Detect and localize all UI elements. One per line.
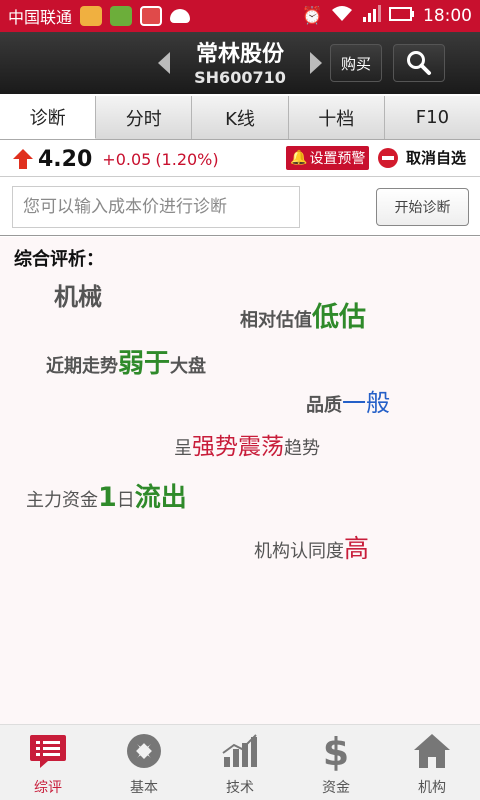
quote-row: 4.20 +0.05 (1.20%) 🔔 设置预警 取消自选 <box>0 142 480 176</box>
nav-institution[interactable]: 机构 <box>384 725 480 800</box>
alarm-icon: ⏰ <box>301 6 323 26</box>
nav-overview-label: 综评 <box>34 780 62 796</box>
remove-watchlist-label: 取消自选 <box>406 149 467 167</box>
institution-value: 高 <box>344 534 370 563</box>
tab-order-book[interactable]: 十档 <box>289 96 385 139</box>
remove-watchlist-button[interactable]: 取消自选 <box>378 147 466 168</box>
bell-icon: 🔔 <box>290 150 308 166</box>
coin-icon <box>127 734 161 768</box>
institution-prefix: 机构认同度 <box>254 541 344 562</box>
set-alert-button[interactable]: 🔔 设置预警 <box>286 146 370 170</box>
trend-value: 弱于 <box>118 349 171 379</box>
battery-icon <box>389 6 415 27</box>
stock-header: 常林股份 SH600710 购买 <box>0 32 480 94</box>
status-bar: 中国联通 ⏰ 18:00 <box>0 0 480 32</box>
pattern-suffix: 趋势 <box>284 438 320 459</box>
stock-name: 常林股份 <box>195 42 284 67</box>
android-icon <box>170 9 191 23</box>
nav-institution-label: 机构 <box>418 780 446 796</box>
nav-technical-label: 技术 <box>226 780 254 796</box>
sector-tag: 机械 <box>54 283 102 311</box>
quality-phrase: 品质一般 <box>306 383 390 418</box>
notification-icons <box>80 6 191 26</box>
analysis-panel: 综合评析： 机械 相对估值低估 近期走势弱于大盘 品质一般 呈强势震荡趋势 主力… <box>0 237 480 724</box>
current-price: 4.20 <box>38 146 93 172</box>
pattern-prefix: 呈 <box>174 438 192 459</box>
previous-stock-arrow-icon[interactable] <box>158 52 170 74</box>
quality-prefix: 品质 <box>306 395 342 416</box>
institution-phrase: 机构认同度高 <box>254 529 369 565</box>
tab-bar: 诊断 分时 K线 十档 F10 <box>0 96 480 140</box>
search-icon <box>407 51 431 75</box>
notification-app-icon <box>110 6 133 26</box>
clock-time: 18:00 <box>423 6 472 26</box>
pattern-value: 强势震荡 <box>192 434 284 460</box>
start-diagnosis-button[interactable]: 开始诊断 <box>376 188 469 226</box>
diagnosis-input-row: 开始诊断 <box>0 176 480 236</box>
tab-f10[interactable]: F10 <box>385 96 480 139</box>
capital-prefix: 主力资金 <box>26 490 98 511</box>
trend-prefix: 近期走势 <box>46 356 118 377</box>
analysis-heading: 综合评析： <box>14 249 104 270</box>
carrier-name: 中国联通 <box>8 8 73 27</box>
tab-kline[interactable]: K线 <box>192 96 289 139</box>
capital-flow-phrase: 主力资金1日流出 <box>26 477 187 514</box>
nav-capital[interactable]: $ 资金 <box>288 725 384 800</box>
quality-value: 一般 <box>342 389 390 417</box>
pattern-phrase: 呈强势震荡趋势 <box>174 427 320 461</box>
price-change-percent: (1.20%) <box>155 149 219 169</box>
capital-days: 1 <box>98 482 117 513</box>
search-button[interactable] <box>393 44 445 82</box>
minus-circle-icon <box>378 147 398 168</box>
set-alert-label: 设置预警 <box>309 151 366 167</box>
wifi-icon <box>331 5 353 28</box>
bottom-nav: 综评 基本 技术 $ 资金 机构 <box>0 724 480 800</box>
trend-suffix: 大盘 <box>170 356 207 377</box>
nav-fundamentals-label: 基本 <box>130 780 158 796</box>
nav-technical[interactable]: 技术 <box>192 725 288 800</box>
next-stock-arrow-icon[interactable] <box>310 52 322 74</box>
valuation-value: 低估 <box>312 302 366 333</box>
stock-code: SH600710 <box>194 68 286 87</box>
notification-app-icon <box>140 6 163 26</box>
svg-text:$: $ <box>323 731 349 771</box>
signal-icon <box>361 4 381 28</box>
home-icon <box>414 734 450 768</box>
price-change: +0.05 <box>102 149 152 169</box>
capital-value: 流出 <box>134 483 187 513</box>
list-chat-icon <box>30 735 66 768</box>
bar-chart-icon <box>222 734 257 767</box>
notification-app-icon <box>80 6 103 26</box>
valuation-phrase: 相对估值低估 <box>240 295 366 334</box>
buy-button[interactable]: 购买 <box>330 44 382 82</box>
nav-overview[interactable]: 综评 <box>0 725 96 800</box>
nav-capital-label: 资金 <box>322 780 350 796</box>
capital-day-unit: 日 <box>116 490 135 511</box>
tab-intraday[interactable]: 分时 <box>96 96 193 139</box>
trend-phrase: 近期走势弱于大盘 <box>46 343 206 380</box>
valuation-prefix: 相对估值 <box>240 310 312 331</box>
tab-diagnosis[interactable]: 诊断 <box>0 96 97 139</box>
cost-price-input[interactable] <box>12 186 300 228</box>
price-up-arrow-icon <box>13 149 33 169</box>
dollar-icon: $ <box>323 731 349 771</box>
nav-fundamentals[interactable]: 基本 <box>96 725 192 800</box>
